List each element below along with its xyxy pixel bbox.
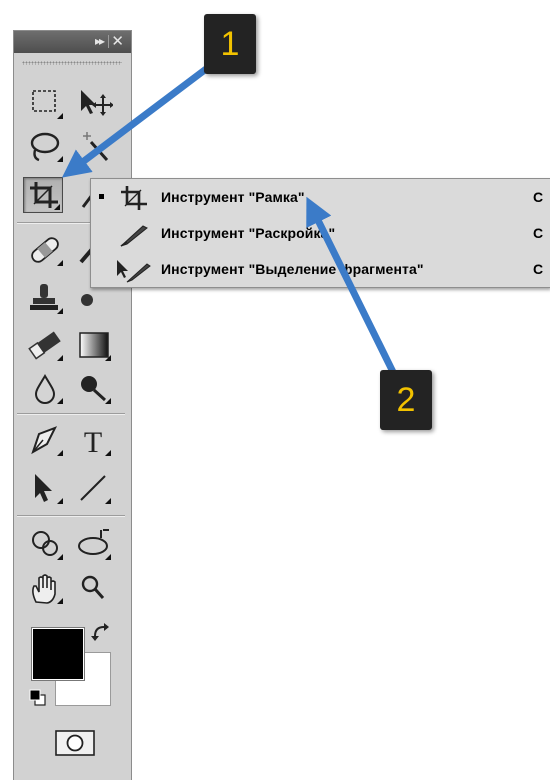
default-colors-icon[interactable]: [28, 688, 48, 708]
menu-item-shortcut: C: [533, 189, 544, 205]
zoom-tool[interactable]: [73, 570, 113, 606]
spot-healing-tool[interactable]: [25, 232, 65, 268]
quick-mask-icon[interactable]: [55, 730, 95, 756]
collapse-panel-icon[interactable]: ▸▸: [95, 34, 105, 48]
menu-item-slice-tool[interactable]: Инструмент "Раскройка" C: [91, 217, 550, 251]
callout-badge-2: 2: [380, 370, 432, 430]
svg-text:T: T: [84, 426, 102, 458]
type-tool[interactable]: T: [73, 422, 113, 458]
close-panel-icon[interactable]: ✕: [111, 32, 124, 50]
menu-item-label: Инструмент "Выделение фрагмента": [161, 261, 424, 277]
crop-tool[interactable]: [23, 177, 63, 213]
menu-item-crop-tool[interactable]: Инструмент "Рамка" C: [91, 181, 550, 215]
3d-orbit-tool[interactable]: [73, 526, 113, 562]
path-selection-tool[interactable]: [25, 470, 65, 506]
swap-colors-icon[interactable]: [90, 622, 112, 644]
crop-tools-flyout-menu: Инструмент "Рамка" C Инструмент "Раскрой…: [90, 178, 550, 288]
magic-wand-icon: [83, 132, 109, 161]
tools-divider: [17, 515, 125, 517]
tools-divider: [17, 413, 125, 415]
3d-rotate-tool[interactable]: [25, 526, 65, 562]
line-tool[interactable]: [73, 470, 113, 506]
eraser-tool[interactable]: [25, 327, 65, 363]
hand-tool[interactable]: [25, 570, 65, 606]
slice-icon: [120, 225, 148, 247]
gradient-tool[interactable]: [73, 327, 113, 363]
rectangular-marquee-tool[interactable]: [25, 85, 65, 121]
panel-grip[interactable]: [22, 61, 122, 65]
move-icon: [81, 90, 113, 116]
slice-select-icon: [117, 260, 151, 283]
menu-item-label: Инструмент "Рамка": [161, 189, 305, 205]
tools-panel-titlebar: ▸▸ ✕: [14, 31, 131, 53]
crop-icon: [121, 186, 147, 210]
menu-item-slice-select-tool[interactable]: Инструмент "Выделение фрагмента" C: [91, 253, 550, 287]
menu-item-label: Инструмент "Раскройка": [161, 225, 336, 241]
foreground-color-swatch[interactable]: [31, 627, 85, 681]
pen-tool[interactable]: [25, 422, 65, 458]
menu-item-shortcut: C: [533, 261, 544, 277]
lasso-tool[interactable]: [25, 128, 65, 164]
quick-selection-tool[interactable]: [73, 128, 113, 164]
menu-item-shortcut: C: [533, 225, 544, 241]
selected-bullet-icon: [99, 194, 104, 199]
titlebar-separator: [108, 35, 109, 48]
dodge-tool[interactable]: [73, 370, 113, 406]
clone-stamp-tool[interactable]: [25, 280, 65, 316]
move-tool[interactable]: [73, 85, 113, 121]
callout-badge-1: 1: [204, 14, 256, 74]
blur-tool[interactable]: [25, 370, 65, 406]
zoom-icon: [81, 575, 105, 599]
